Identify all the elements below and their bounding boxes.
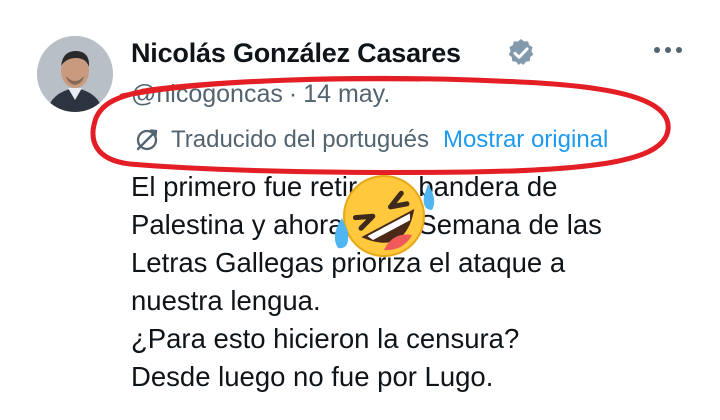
more-options-icon[interactable] [650,40,686,60]
tweet-card: Nicolás González Casares @nicogoncas · 14 … [0,0,720,420]
translate-icon [136,129,158,151]
avatar-photo [37,36,113,112]
tweet-text-line: nuestra lengua. [131,285,321,316]
translation-row: Traducido del portugués Mostrar original [133,124,608,156]
verified-badge-icon [508,39,534,65]
handle-line: @nicogoncas · 14 may. [131,80,390,109]
tweet-text-line: Desde luego no fue por Lugo. [131,361,494,392]
tweet-text-line: ¿Para esto hicieron la censura? [131,323,520,354]
author-name[interactable]: Nicolás González Casares [131,38,461,69]
timestamp[interactable]: 14 may. [303,80,390,108]
author-handle[interactable]: @nicogoncas [131,80,283,108]
rolling-on-floor-laughing-emoji [334,175,435,257]
translated-label: Traducido del portugués [171,126,429,153]
separator-dot: · [288,80,298,108]
avatar[interactable] [37,36,113,112]
show-original-link[interactable]: Mostrar original [443,126,608,154]
